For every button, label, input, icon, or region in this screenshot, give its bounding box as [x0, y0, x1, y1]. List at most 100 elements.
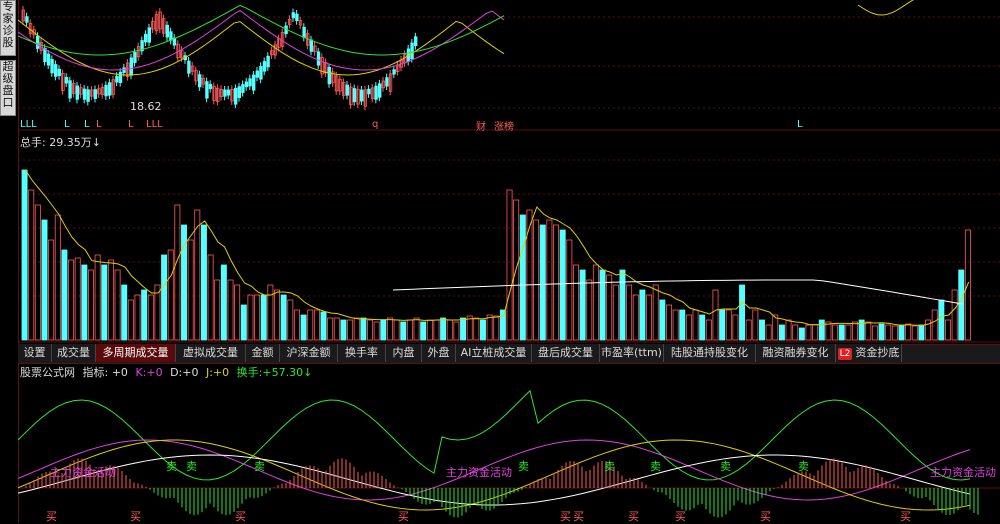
sell-signal: 卖 [720, 460, 731, 473]
marker-q: q [372, 119, 379, 130]
tab-label: 融资融券变化 [762, 346, 829, 359]
volume-bar [393, 319, 400, 341]
volume-bar [499, 309, 506, 341]
candle [35, 35, 40, 49]
signal-zhuli-1: 主力资金活动 [50, 466, 116, 479]
volume-bar [141, 289, 148, 341]
indicator-v0: +0 [111, 366, 128, 379]
candle [118, 71, 123, 83]
candle [255, 70, 259, 78]
left-strip: 专 家 诊 股 超 级 盘 口 [0, 0, 19, 522]
super-quote-button[interactable]: 超 级 盘 口 [0, 60, 16, 116]
tab-label: 市盈率(ttm) [601, 346, 662, 359]
tab-11[interactable]: 市盈率(ttm) [600, 344, 664, 362]
candle [54, 64, 58, 77]
marker-l-right: L [797, 119, 803, 130]
volume-bar [300, 314, 307, 341]
tab-8[interactable]: 外盘 [422, 344, 456, 362]
expert-diagnosis-button[interactable]: 专 家 诊 股 [0, 0, 16, 56]
volume-bar [546, 219, 553, 341]
volume-bar [207, 254, 214, 341]
volume-bar [227, 279, 234, 341]
volume-bar [805, 324, 812, 341]
candle [205, 81, 209, 99]
tab-12[interactable]: 陆股通持股变化 [664, 344, 756, 362]
price-low-label: 18.62 [130, 100, 162, 113]
l2-badge: L2 [837, 348, 853, 360]
tab-14[interactable]: L2 资金抄底 [836, 344, 902, 362]
j-value: +0 [212, 366, 230, 379]
volume-bar [845, 324, 852, 341]
tab-1[interactable]: 成交量 [52, 344, 96, 362]
volume-bar [347, 319, 354, 341]
marker-zhangbang[interactable]: 涨榜 [494, 118, 514, 133]
sell-signal: 卖 [186, 460, 197, 473]
indicator-title: 股票公式网 [20, 366, 75, 379]
volume-panel [21, 169, 971, 341]
volume-bar [639, 289, 646, 341]
tab-0[interactable]: 设置 [18, 344, 52, 362]
volume-bar [818, 319, 825, 341]
volume-bar [559, 229, 566, 341]
volume-bar [838, 324, 845, 341]
grid-lines [18, 16, 1000, 489]
volume-bar [446, 319, 453, 341]
volume-bar [725, 309, 732, 341]
sell-signal: 卖 [650, 460, 661, 473]
volume-bar [479, 319, 486, 341]
volume-bar [679, 309, 686, 341]
volume-bar [174, 204, 181, 341]
volume-bar [267, 284, 274, 341]
volume-bar [101, 264, 108, 341]
volume-bar [413, 317, 420, 341]
volume-bar [21, 169, 28, 341]
signal-zhuli-3: 主力资金活动 [930, 466, 996, 479]
d-value: +0 [182, 366, 199, 379]
k-label: K: [135, 366, 147, 379]
candle [25, 16, 29, 23]
volume-bar [592, 264, 599, 341]
volume-bar [646, 294, 653, 341]
volume-bar [759, 319, 765, 341]
tab-2[interactable]: 多周期成交量 [96, 344, 176, 362]
ma-line [857, 0, 915, 16]
volume-bar [493, 315, 500, 341]
candle [208, 83, 213, 90]
tab-9[interactable]: AI立桩成交量 [456, 344, 532, 362]
volume-bar [772, 314, 779, 341]
volume-bar [386, 317, 393, 341]
sell-signal: 卖 [604, 460, 615, 473]
volume-title: 总手: 29.35万↓ [20, 136, 101, 149]
volume-bar [41, 219, 48, 341]
tab-6[interactable]: 换手率 [338, 344, 386, 362]
volume-bar [745, 319, 752, 341]
volume-bar [200, 224, 207, 341]
volume-bar [612, 284, 619, 341]
candle [309, 39, 313, 52]
volume-bar [666, 304, 672, 341]
tab-label: 内盘 [392, 346, 415, 359]
marker-lll-1: LLL [20, 119, 37, 130]
tab-10[interactable]: 盘后成交量 [532, 344, 600, 362]
tab-13[interactable]: 融资融券变化 [756, 344, 836, 362]
volume-bar [705, 319, 712, 341]
candle [223, 89, 227, 97]
volume-bar [220, 264, 227, 341]
tab-5[interactable]: 沪深金额 [280, 344, 338, 362]
candle [295, 13, 299, 22]
volume-bar [506, 189, 513, 341]
turnover-value: +57.30↓ [262, 366, 313, 379]
volume-bar [280, 294, 287, 341]
tab-3[interactable]: 虚拟成交量 [176, 344, 246, 362]
candle [104, 84, 108, 97]
volume-bar [852, 321, 858, 341]
tab-7[interactable]: 内盘 [386, 344, 422, 362]
volume-bar [48, 239, 55, 341]
candle [169, 31, 173, 41]
volume-bar [533, 219, 540, 341]
chart-canvas[interactable] [18, 0, 1000, 522]
candle [410, 42, 414, 59]
tab-4[interactable]: 金额 [246, 344, 280, 362]
volume-bar [652, 284, 659, 341]
marker-cai[interactable]: 财 [476, 118, 486, 133]
